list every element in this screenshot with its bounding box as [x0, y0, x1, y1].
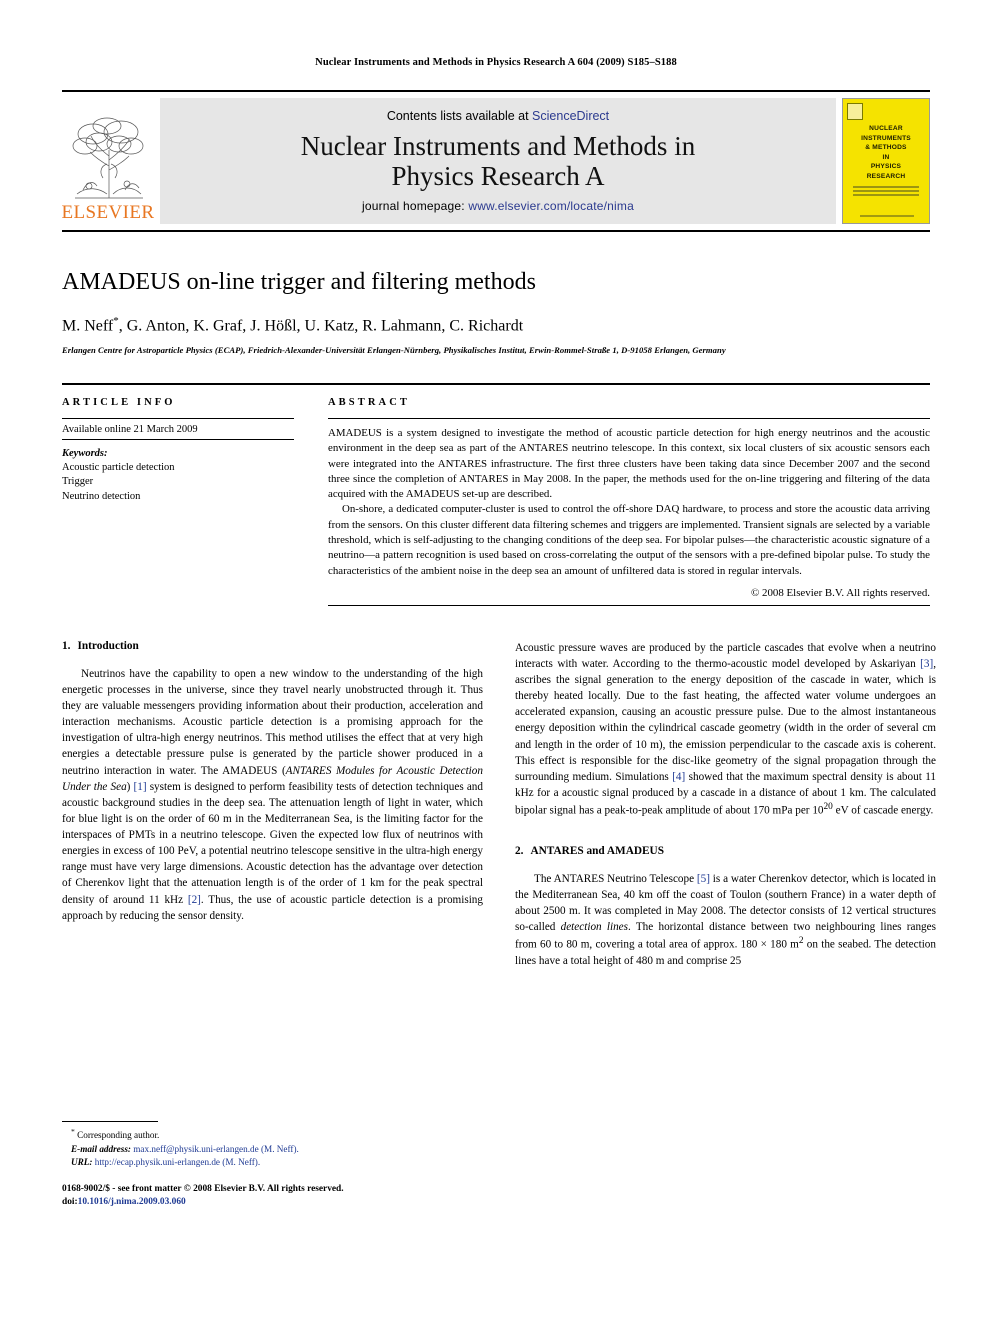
- section-heading-introduction: 1. Introduction: [62, 640, 483, 652]
- section-title: Introduction: [77, 639, 139, 652]
- antares-italic-a: detection lines: [560, 921, 628, 934]
- journal-title-line2: Physics Research A: [391, 161, 605, 191]
- intro2-text-d: eV of cascade energy.: [832, 804, 934, 817]
- keyword-item: Acoustic particle detection: [62, 462, 175, 474]
- elsevier-logo: ELSEVIER: [62, 98, 154, 224]
- paper-page: Nuclear Instruments and Methods in Physi…: [0, 0, 992, 1323]
- abstract-bottom-rule: [328, 604, 930, 606]
- abstract-column: ABSTRACT AMADEUS is a system designed to…: [328, 397, 930, 606]
- intro-text-b: ): [126, 780, 134, 793]
- contents-prefix: Contents lists available at: [386, 108, 533, 123]
- reference-link-2[interactable]: [2]: [188, 894, 201, 906]
- reference-link-5[interactable]: [5]: [697, 873, 710, 885]
- section-number: 1.: [62, 639, 71, 652]
- journal-homepage-link[interactable]: www.elsevier.com/locate/nima: [468, 199, 634, 213]
- article-history: Available online 21 March 2009: [62, 419, 294, 441]
- footnote-corresponding: * Corresponding author.: [71, 1127, 160, 1141]
- issn-line: 0168-9002/$ - see front matter © 2008 El…: [62, 1183, 344, 1194]
- journal-masthead: ELSEVIER Contents lists available at Sci…: [62, 90, 930, 232]
- article-info-column: ARTICLE INFO Available online 21 March 2…: [62, 397, 294, 606]
- reference-link-4[interactable]: [4]: [672, 771, 685, 783]
- abstract-body: AMADEUS is a system designed to investig…: [328, 419, 930, 579]
- body-column-left: 1. Introduction Neutrinos have the capabi…: [62, 640, 483, 1210]
- copyright-line: © 2008 Elsevier B.V. All rights reserved…: [751, 586, 930, 599]
- intro2-text-a: Acoustic pressure waves are produced by …: [515, 641, 936, 670]
- exponent-20: 20: [823, 802, 833, 813]
- intro-paragraph-1: Neutrinos have the capability to open a …: [62, 666, 483, 924]
- section-title: ANTARES and AMADEUS: [530, 844, 664, 857]
- body-column-right: Acoustic pressure waves are produced by …: [515, 640, 936, 1210]
- page-title: AMADEUS on-line trigger and filtering me…: [62, 269, 536, 295]
- keyword-item: Trigger: [62, 476, 94, 488]
- journal-title-line1: Nuclear Instruments and Methods in: [300, 130, 696, 161]
- email-link[interactable]: max.neff@physik.uni-erlangen.de (M. Neff…: [133, 1144, 299, 1154]
- journal-cover-thumbnail: NUCLEAR INSTRUMENTS & METHODS IN PHYSICS RESE…: [842, 98, 930, 224]
- doi-line: doi:10.1016/j.nima.2009.03.060: [62, 1196, 483, 1210]
- journal-homepage-line: journal homepage: www.elsevier.com/locat…: [362, 199, 634, 213]
- keyword-item: Neutrino detection: [62, 490, 141, 502]
- url-label: URL:: [71, 1157, 93, 1168]
- contents-line: Contents lists available at ScienceDirec…: [387, 109, 609, 123]
- doi-label: doi:: [62, 1197, 78, 1208]
- abstract-paragraph-1: AMADEUS is a system designed to investig…: [328, 427, 930, 501]
- intro-text-a: Neutrinos have the capability to open a …: [62, 667, 483, 777]
- authors-rest: , G. Anton, K. Graf, J. Hößl, U. Katz, R…: [118, 317, 524, 335]
- cover-subtitle-lines: [853, 186, 919, 198]
- abstract-kicker: ABSTRACT: [328, 397, 410, 409]
- affiliation: Erlangen Centre for Astroparticle Physic…: [62, 345, 726, 356]
- corresponding-author-note: Corresponding author.: [77, 1130, 160, 1141]
- running-head: Nuclear Instruments and Methods in Physi…: [315, 57, 677, 68]
- body-columns: 1. Introduction Neutrinos have the capabi…: [62, 640, 936, 1210]
- journal-band: Contents lists available at ScienceDirec…: [160, 98, 836, 224]
- email-label: E-mail address:: [71, 1143, 131, 1154]
- footnote-email-line: E-mail address: max.neff@physik.uni-erla…: [71, 1143, 483, 1156]
- abstract-paragraph-2: On-shore, a dedicated computer-cluster i…: [328, 503, 930, 577]
- doi-link[interactable]: 10.1016/j.nima.2009.03.060: [78, 1197, 186, 1207]
- cover-title-text: NUCLEAR INSTRUMENTS & METHODS IN PHYSICS RESE…: [861, 125, 911, 180]
- title-block: AMADEUS on-line trigger and filtering me…: [62, 232, 930, 355]
- imprint-block: 0168-9002/$ - see front matter © 2008 El…: [62, 1183, 483, 1210]
- elsevier-wordmark: ELSEVIER: [61, 202, 155, 223]
- antares-paragraph-1: The ANTARES Neutrino Telescope [5] is a …: [515, 871, 936, 969]
- cover-publisher-icon: [847, 103, 863, 120]
- footnote-url-line: URL: http://ecap.physik.uni-erlangen.de …: [71, 1156, 483, 1169]
- footnote-text: * Corresponding author. E-mail address: …: [62, 1126, 483, 1169]
- intro-text-c: system is designed to perform feasibilit…: [62, 780, 483, 906]
- author-first: M. Neff: [62, 317, 114, 335]
- reference-link-3[interactable]: [3]: [920, 658, 933, 670]
- url-link[interactable]: http://ecap.physik.uni-erlangen.de (M. N…: [95, 1157, 260, 1167]
- author-list: M. Neff*, G. Anton, K. Graf, J. Hößl, U.…: [62, 315, 930, 335]
- article-info-kicker: ARTICLE INFO: [62, 397, 176, 409]
- section-heading-antares: 2. ANTARES and AMADEUS: [515, 845, 936, 857]
- intro2-text-b: , ascribes the signal generation to the …: [515, 657, 936, 783]
- keywords-block: Keywords: Acoustic particle detection Tr…: [62, 440, 294, 504]
- keywords-label: Keywords:: [62, 448, 108, 460]
- sciencedirect-link[interactable]: ScienceDirect: [532, 109, 609, 123]
- info-abstract-block: ARTICLE INFO Available online 21 March 2…: [62, 383, 930, 606]
- section-number: 2.: [515, 844, 524, 857]
- footnote-block: * Corresponding author. E-mail address: …: [62, 1121, 483, 1209]
- reference-link-1[interactable]: [1]: [134, 781, 147, 793]
- cover-footer-lines: [860, 215, 914, 217]
- homepage-prefix: journal homepage:: [361, 199, 469, 214]
- section-antares-wrapper: 2. ANTARES and AMADEUS The ANTARES Neutri…: [515, 845, 936, 969]
- footnote-rule: [62, 1121, 158, 1123]
- intro-paragraph-2: Acoustic pressure waves are produced by …: [515, 640, 936, 819]
- elsevier-tree-icon: [72, 117, 144, 199]
- journal-title: Nuclear Instruments and Methods in Physi…: [301, 131, 695, 191]
- antares-text-a: The ANTARES Neutrino Telescope: [534, 872, 697, 885]
